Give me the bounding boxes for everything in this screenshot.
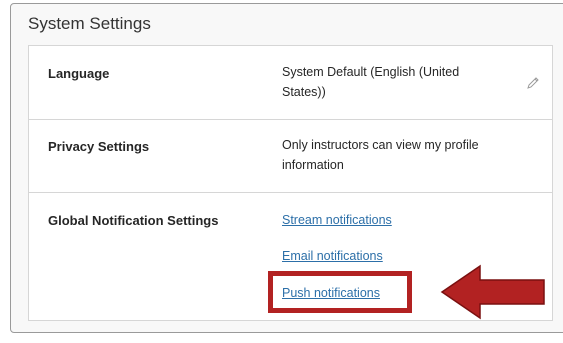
email-notifications-link[interactable]: Email notifications — [282, 249, 383, 263]
push-notifications-link[interactable]: Push notifications — [282, 286, 380, 300]
privacy-label: Privacy Settings — [48, 139, 150, 154]
language-row: Language System Default (English (United… — [29, 46, 552, 120]
privacy-value: Only instructors can view my profile inf… — [282, 138, 479, 172]
notifications-row: Global Notification Settings Stream noti… — [29, 193, 552, 321]
stream-notifications-link[interactable]: Stream notifications — [282, 213, 392, 227]
pencil-icon[interactable] — [526, 76, 540, 90]
settings-card: Language System Default (English (United… — [28, 45, 553, 321]
language-label: Language — [48, 66, 110, 81]
panel-title: System Settings — [28, 14, 151, 33]
notifications-label: Global Notification Settings — [48, 213, 219, 228]
language-value: System Default (English (United States)) — [282, 65, 460, 99]
privacy-row: Privacy Settings Only instructors can vi… — [29, 120, 552, 193]
